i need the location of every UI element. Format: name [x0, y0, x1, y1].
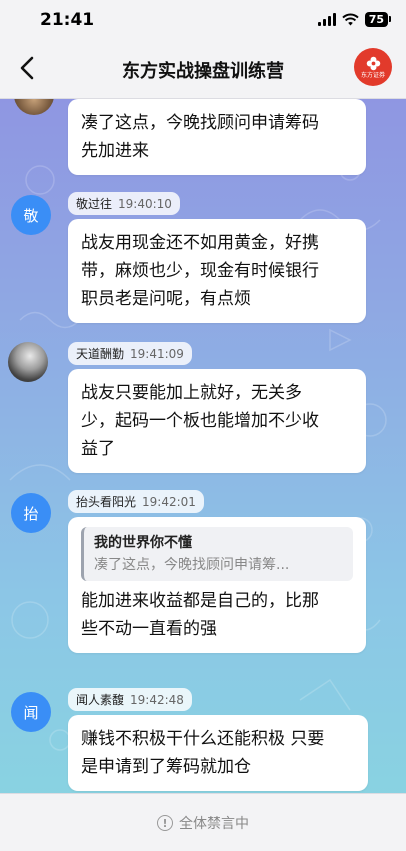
status-bar: 21:41 75	[0, 0, 406, 40]
message-line: 赚钱不积极干什么还能积极 只要	[81, 729, 325, 749]
signal-icon	[317, 13, 336, 26]
message-line: 是申请到了筹码就加仓	[81, 757, 251, 777]
message-time: 19:41:09	[130, 347, 184, 361]
chat-header: 东方实战操盘训练营 东方证券	[0, 40, 406, 99]
sender-name: 天道酬勤	[76, 347, 125, 361]
message-line: 先加进来	[81, 141, 149, 161]
avatar[interactable]: 抬	[11, 493, 51, 533]
avatar[interactable]: 闻	[11, 692, 51, 732]
message-line: 益了	[81, 439, 115, 459]
sender-tag[interactable]: 闻人素馥 19:42:48	[68, 688, 192, 711]
logo-text: 东方证券	[360, 71, 385, 79]
muted-banner: ! 全体禁言中	[0, 793, 406, 851]
message-line: 带，麻烦也少，现金有时候银行	[81, 261, 319, 281]
message-time: 19:42:48	[130, 693, 184, 707]
message-line: 些不动一直看的强	[81, 619, 217, 639]
reply-quote[interactable]: 我的世界你不懂 凑了这点，今晚找顾问申请筹...	[81, 527, 353, 581]
info-icon: !	[157, 814, 173, 831]
sender-name: 闻人素馥	[76, 693, 125, 707]
sender-name: 敬过往	[76, 197, 113, 211]
sender-tag[interactable]: 抬头看阳光 19:42:01	[68, 490, 204, 513]
message-bubble[interactable]: 凑了这点，今晚找顾问申请筹码 先加进来	[68, 99, 366, 175]
message-time: 19:42:01	[142, 495, 196, 509]
sender-name: 抬头看阳光	[76, 495, 137, 509]
status-icons: 75	[317, 12, 392, 27]
quote-text: 凑了这点，今晚找顾问申请筹...	[94, 557, 290, 573]
battery-indicator: 75	[364, 12, 392, 27]
sender-tag[interactable]: 天道酬勤 19:41:09	[68, 342, 192, 365]
message-line: 职员老是问呢，有点烦	[81, 289, 251, 309]
sender-tag[interactable]: 敬过往 19:40:10	[68, 192, 180, 215]
flower-icon	[366, 56, 380, 70]
avatar[interactable]	[8, 342, 48, 382]
message-list[interactable]: 凑了这点，今晚找顾问申请筹码 先加进来 敬 敬过往 19:40:10 战友用现金还…	[0, 99, 406, 793]
message-bubble[interactable]: 战友只要能加上就好，无关多 少，起码一个板也能增加不少收 益了	[68, 369, 366, 473]
message-line: 战友用现金还不如用黄金，好携	[81, 233, 319, 253]
wifi-icon	[342, 13, 359, 26]
chat-title: 东方实战操盘训练营	[122, 61, 284, 82]
message-time: 19:40:10	[118, 197, 172, 211]
message-bubble[interactable]: 赚钱不积极干什么还能积极 只要 是申请到了筹码就加仓	[68, 715, 368, 791]
message-line: 能加进来收益都是自己的，比那	[81, 591, 319, 611]
status-time: 21:41	[40, 10, 95, 30]
message-bubble[interactable]: 我的世界你不懂 凑了这点，今晚找顾问申请筹... 能加进来收益都是自己的，比那 …	[68, 517, 366, 653]
message-line: 少，起码一个板也能增加不少收	[81, 411, 319, 431]
message-bubble[interactable]: 战友用现金还不如用黄金，好携 带，麻烦也少，现金有时候银行 职员老是问呢，有点烦	[68, 219, 366, 323]
quote-sender: 我的世界你不懂	[94, 535, 192, 551]
muted-text: 全体禁言中	[179, 815, 249, 832]
group-logo[interactable]: 东方证券	[354, 48, 392, 86]
message-line: 战友只要能加上就好，无关多	[81, 383, 302, 403]
message-line: 凑了这点，今晚找顾问申请筹码	[81, 113, 319, 133]
avatar[interactable]	[14, 99, 54, 115]
avatar[interactable]: 敬	[11, 195, 51, 235]
